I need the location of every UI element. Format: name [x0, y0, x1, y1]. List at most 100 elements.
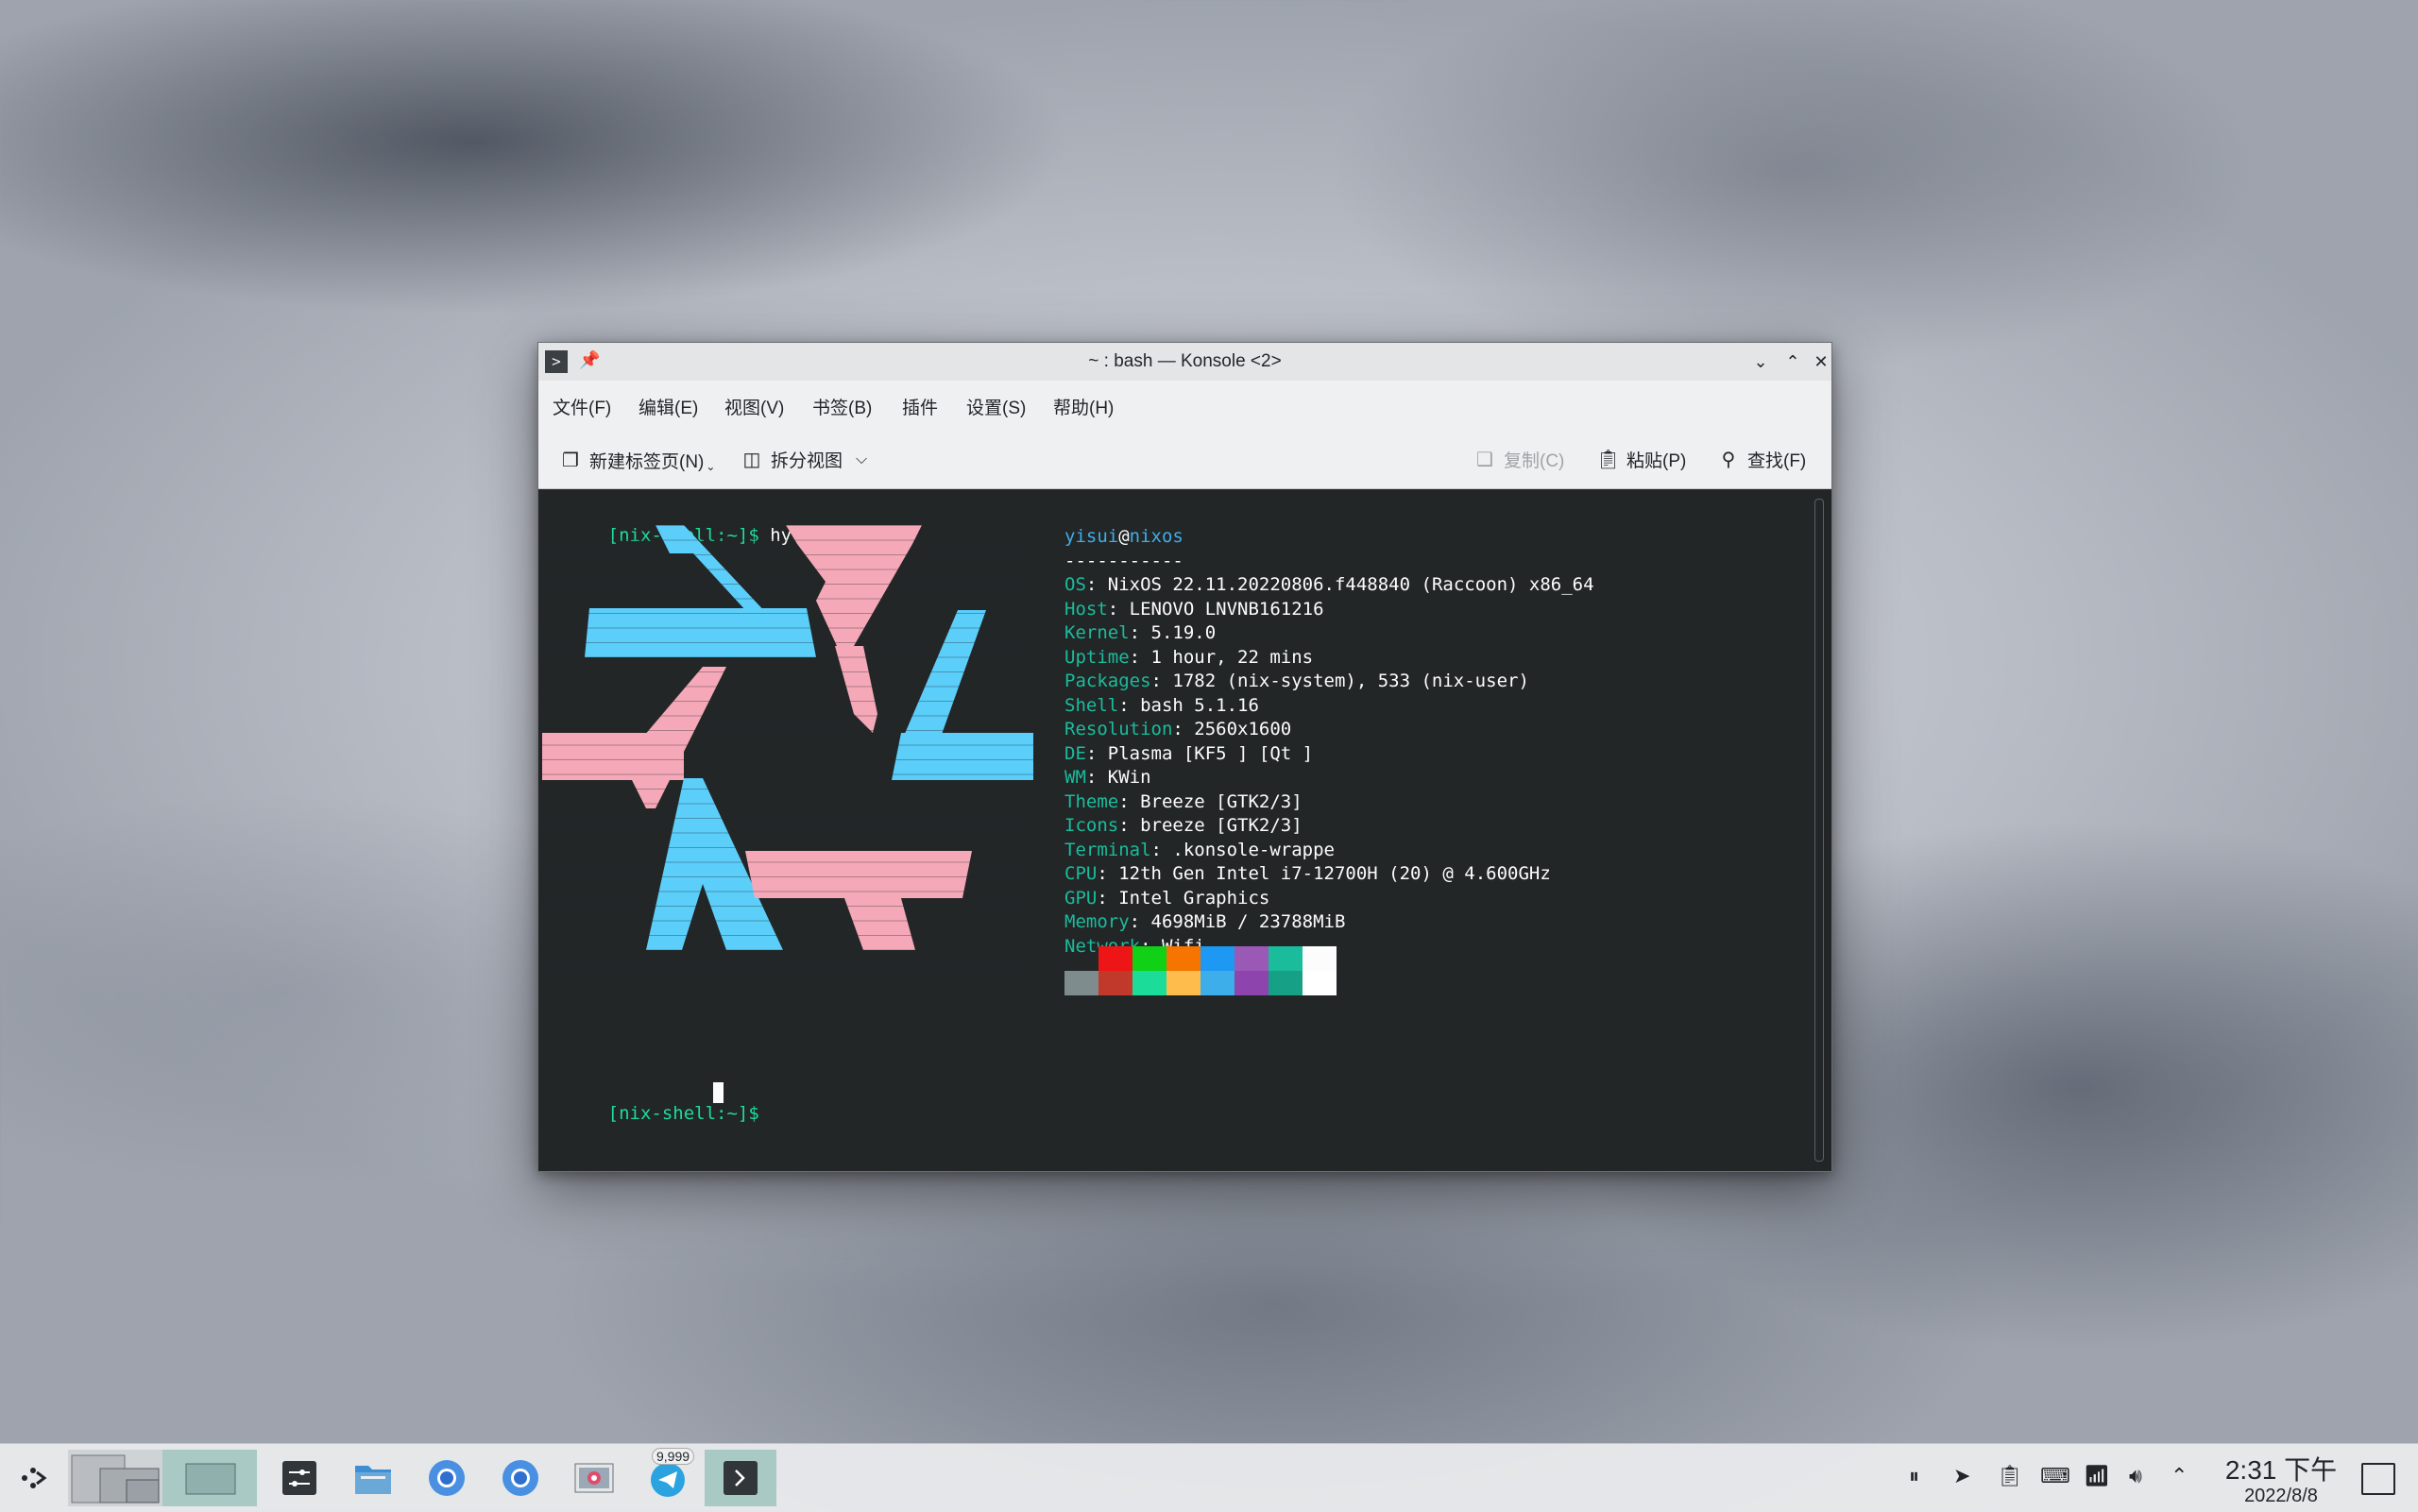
system-info: yisui@nixos ----------- OS: NixOS 22.11.… [1064, 525, 1594, 959]
task-screenshot[interactable] [570, 1450, 618, 1506]
virtual-desktop-2-icon [185, 1463, 236, 1495]
info-key: CPU [1064, 863, 1098, 884]
color-swatch [1269, 946, 1303, 971]
info-value: : breeze [GTK2/3] [1118, 815, 1303, 836]
paste-button[interactable]: 📋︎ 粘贴(P) [1596, 447, 1686, 472]
show-desktop-button[interactable] [2361, 1463, 2395, 1495]
info-key: Memory [1064, 911, 1130, 932]
logo-scanline [542, 949, 1033, 951]
scrollbar[interactable] [1814, 499, 1824, 1162]
terminal-area[interactable]: [nix-shell:~]$ hyfetch yisui@nixos -----… [538, 489, 1831, 1171]
logo-scanline [542, 964, 1033, 965]
logo-scanline [542, 715, 1033, 717]
logo-segment [901, 610, 986, 742]
logo-scanline [542, 832, 1033, 834]
info-row: OS: NixOS 22.11.20220806.f448840 (Raccoo… [1064, 573, 1594, 598]
split-view-button[interactable]: ◫ 拆分视图 ⌵ [741, 447, 868, 472]
logo-segment [585, 608, 816, 657]
nixos-logo [542, 525, 1033, 980]
task-file-manager[interactable] [349, 1450, 397, 1506]
telegram-tray-icon[interactable]: ➤ [1953, 1465, 1970, 1488]
toolbar: ❐ 新建标签页(N) ⌄ ◫ 拆分视图 ⌵ ❑ 复制(C) 📋︎ 粘贴(P) ⚲… [538, 428, 1831, 489]
media-pause-icon[interactable]: ⏸ [1909, 1465, 1919, 1488]
search-icon: ⚲ [1721, 450, 1736, 470]
info-value: : Breeze [GTK2/3] [1118, 790, 1303, 812]
title-bar[interactable]: > 📌 ~ : bash — Konsole <2> ⌄ ⌃ ✕ [538, 343, 1831, 381]
logo-scanline [542, 906, 1033, 907]
color-swatch [1235, 946, 1269, 971]
settings-icon [282, 1461, 316, 1495]
prompt: [nix-shell:~]$ [607, 1103, 759, 1124]
info-key: Kernel [1064, 622, 1130, 643]
logo-scanline [542, 818, 1033, 819]
color-swatch [1098, 946, 1132, 971]
clipboard-icon[interactable]: 📋︎ [1997, 1465, 2023, 1488]
info-value: : 1782 (nix-system), 533 (nix-user) [1150, 671, 1529, 691]
logo-scanline [542, 847, 1033, 848]
info-value: : 1 hour, 22 mins [1129, 646, 1314, 668]
wifi-icon[interactable]: 📶︎ [2084, 1465, 2110, 1488]
logo-scanline [542, 759, 1033, 760]
logo-scanline [542, 627, 1033, 629]
info-row: Theme: Breeze [GTK2/3] [1064, 790, 1594, 815]
task-browser-1[interactable] [423, 1450, 470, 1506]
info-key: Icons [1064, 815, 1119, 836]
info-row: GPU: Intel Graphics [1064, 887, 1594, 911]
volume-icon[interactable]: 🔊︎ [2129, 1465, 2142, 1488]
taskbar: 9,999 ⏸ ➤ 📋︎ ⌨ 📶︎ 🔊︎ ⌃ 2:31 下午 2022/8/8 [0, 1443, 2418, 1512]
info-row: WM: KWin [1064, 766, 1594, 790]
info-key: Uptime [1064, 646, 1130, 668]
keyboard-icon[interactable]: ⌨ [2040, 1465, 2070, 1488]
task-telegram[interactable]: 9,999 [644, 1448, 695, 1506]
logo-scanline [542, 920, 1033, 922]
konsole-icon [724, 1461, 758, 1495]
chevron-down-icon: ⌵ [856, 450, 868, 467]
logo-scanline [542, 789, 1033, 790]
logo-scanline [542, 613, 1033, 614]
info-key: GPU [1064, 887, 1098, 909]
pager-desktop-2[interactable] [162, 1450, 257, 1506]
info-row: Uptime: 1 hour, 22 mins [1064, 646, 1594, 671]
task-browser-2[interactable] [497, 1450, 544, 1506]
notification-badge: 9,999 [652, 1448, 695, 1465]
info-value: : bash 5.1.16 [1118, 694, 1259, 716]
task-konsole[interactable] [705, 1450, 776, 1506]
chevron-up-icon[interactable]: ⌃ [2171, 1465, 2188, 1488]
maximize-button[interactable]: ⌃ [1779, 348, 1806, 375]
split-view-icon: ◫ [742, 450, 761, 470]
logo-scanline [542, 978, 1033, 980]
clock[interactable]: 2:31 下午 2022/8/8 [2210, 1450, 2352, 1507]
info-value: : NixOS 22.11.20220806.f448840 (Raccoon)… [1085, 574, 1594, 595]
find-button[interactable]: ⚲ 查找(F) [1717, 447, 1807, 472]
text-cursor [713, 1082, 724, 1103]
minimize-button[interactable]: ⌄ [1747, 348, 1774, 375]
menu-help[interactable]: 帮助(H) [1053, 394, 1114, 419]
menu-settings[interactable]: 设置(S) [966, 394, 1026, 419]
chromium-icon [502, 1460, 538, 1496]
color-swatch [1303, 946, 1337, 971]
app-launcher-button[interactable] [15, 1450, 53, 1506]
info-key: Host [1064, 598, 1108, 620]
logo-scanline [542, 861, 1033, 863]
logo-segment [835, 646, 877, 733]
menu-edit[interactable]: 编辑(E) [639, 394, 698, 419]
info-row: Resolution: 2560x1600 [1064, 718, 1594, 742]
info-key: WM [1064, 767, 1086, 788]
info-value: : LENOVO LNVNB161216 [1107, 598, 1324, 620]
info-key: Shell [1064, 694, 1119, 716]
new-tab-button[interactable]: ❐ 新建标签页(N) ⌄ [559, 447, 715, 474]
user-host: yisui@nixos [1064, 526, 1183, 547]
task-system-settings[interactable] [276, 1450, 323, 1506]
menu-view[interactable]: 视图(V) [724, 394, 784, 419]
menu-bookmarks[interactable]: 书签(B) [812, 394, 872, 419]
pager-desktop-1[interactable] [68, 1450, 162, 1506]
logo-segment [892, 733, 1033, 780]
menu-plugins[interactable]: 插件 [902, 394, 938, 419]
paste-icon: 📋︎ [1596, 450, 1621, 470]
menu-file[interactable]: 文件(F) [553, 394, 611, 419]
copy-button[interactable]: ❑ 复制(C) [1473, 447, 1564, 472]
close-button[interactable]: ✕ [1808, 348, 1834, 375]
logo-scanline [542, 584, 1033, 585]
clock-date: 2022/8/8 [2244, 1486, 2318, 1506]
info-row: Memory: 4698MiB / 23788MiB [1064, 910, 1594, 935]
